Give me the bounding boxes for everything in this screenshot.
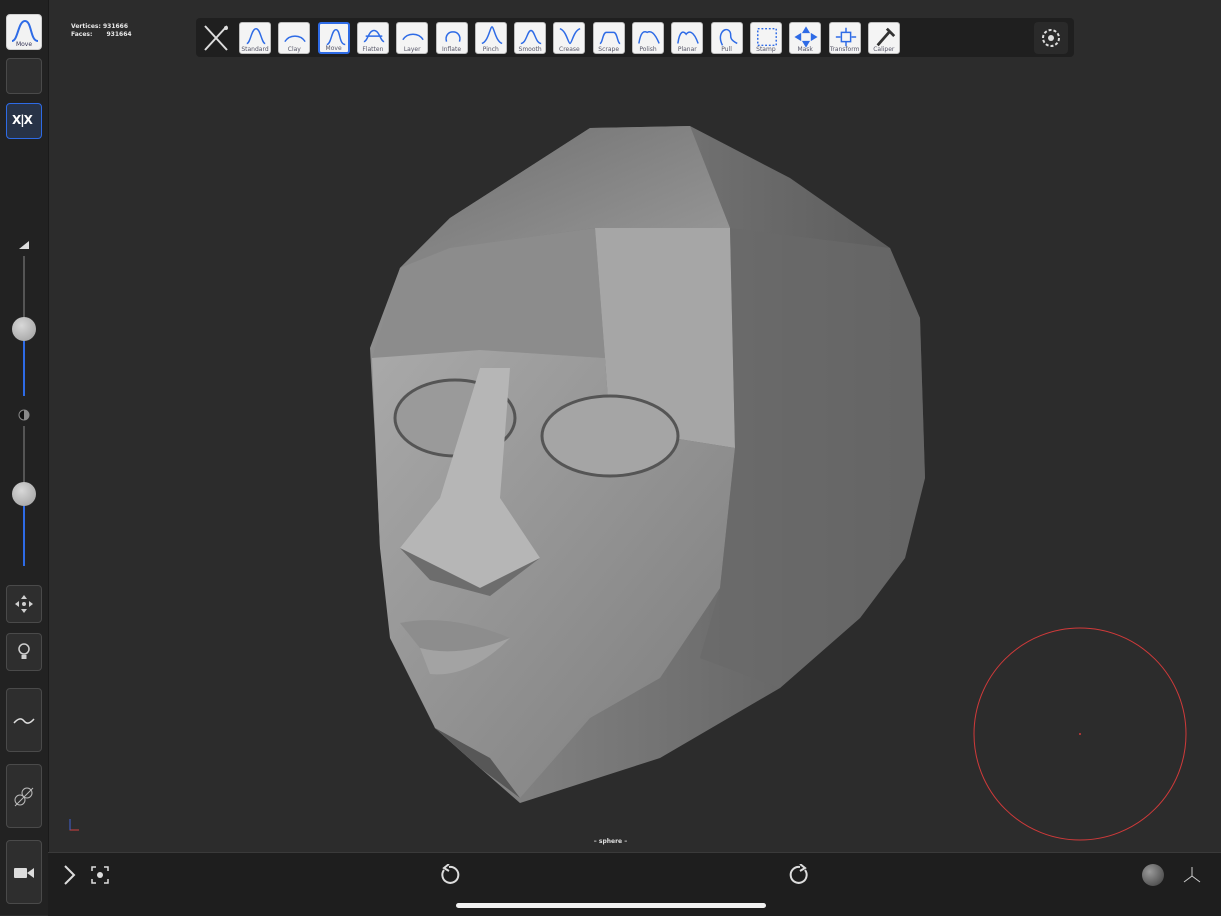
scene-axes-icon[interactable] [1182, 865, 1202, 885]
brush-cursor [973, 627, 1187, 841]
redo-icon[interactable] [789, 864, 811, 886]
tool-smooth-button[interactable]: Smooth [514, 22, 547, 54]
stroke-button[interactable] [6, 688, 42, 752]
tool-label: Scrape [598, 46, 620, 53]
tool-crease-button[interactable]: Crease [553, 22, 586, 54]
tool-label: Pinch [482, 46, 499, 53]
symmetry-label: X|X [12, 113, 33, 127]
axis-gizmo-icon [69, 819, 79, 831]
tool-label: Mask [797, 46, 813, 53]
tool-slot-button[interactable] [6, 58, 42, 94]
tool-polish-button[interactable]: Polish [632, 22, 664, 54]
tool-toolbar: Standard Clay Move Flatten Layer Inflate Pinch… [196, 18, 1074, 57]
tool-label: Polish [639, 46, 657, 53]
stroke-curve-icon [13, 718, 35, 724]
tool-label: Caliper [873, 46, 895, 53]
settings-button[interactable] [1034, 22, 1068, 54]
camera-button[interactable] [6, 840, 42, 904]
vertices-label: Vertices: [71, 23, 101, 30]
tool-pinch-button[interactable]: Pinch [474, 22, 507, 54]
frame-view-icon[interactable] [91, 866, 109, 884]
home-indicator [456, 903, 766, 908]
mesh-stats: Vertices: 931666 Faces: 931664 [71, 23, 132, 39]
radius-size-icon [19, 241, 29, 249]
left-sidebar: Move X|X [0, 0, 49, 915]
tool-stamp-button[interactable]: Stamp [749, 22, 782, 54]
settings-gear-icon [1042, 29, 1060, 47]
tool-label: Inflate [441, 46, 462, 53]
tool-label: Stamp [756, 46, 776, 53]
mesh-name-label: – sphere – [593, 838, 628, 845]
tool-standard-button[interactable]: Standard [239, 22, 271, 54]
arrows-move-icon [15, 595, 33, 613]
tool-scrape-button[interactable]: Scrape [592, 22, 625, 54]
tool-label: Crease [559, 46, 580, 53]
tool-move-button[interactable]: Move [317, 22, 350, 54]
tool-label: Smooth [518, 46, 542, 53]
tool-clay-button[interactable]: Clay [278, 22, 311, 54]
mask-subtract-add-icon [14, 787, 34, 807]
tool-transform-button[interactable]: Transform [828, 22, 861, 54]
faces-value: 931664 [106, 31, 132, 38]
intensity-slider-knob[interactable] [12, 482, 36, 506]
expand-menu-chevron-icon[interactable] [62, 863, 78, 887]
tool-flatten-button[interactable]: Flatten [356, 22, 389, 54]
radius-slider-knob[interactable] [12, 317, 36, 341]
tool-layer-button[interactable]: Layer [396, 22, 429, 54]
undo-icon[interactable] [438, 864, 460, 886]
vertices-value: 931666 [102, 23, 129, 30]
tool-pull-button[interactable]: Pull [710, 22, 743, 54]
tool-inflate-button[interactable]: Inflate [435, 22, 468, 54]
active-tool-button[interactable]: Move [6, 14, 42, 50]
tool-caliper-button[interactable]: Caliper [867, 22, 900, 54]
tool-mask-button[interactable]: Mask [789, 22, 822, 54]
material-sphere-button[interactable] [1142, 864, 1164, 886]
tool-label: Layer [403, 46, 421, 53]
intensity-icon [18, 409, 30, 421]
tool-label: Move [325, 45, 342, 52]
symmetry-button[interactable]: X|X [6, 103, 42, 139]
active-tool-label: Move [15, 41, 33, 48]
tool-label: Clay [287, 46, 301, 53]
tool-label: Standard [241, 46, 269, 53]
close-tools-icon[interactable] [201, 22, 231, 54]
tool-label: Planar [677, 46, 697, 53]
tool-label: Pull [721, 46, 732, 53]
faces-label: Faces: [71, 31, 93, 38]
tool-planar-button[interactable]: Planar [671, 22, 704, 54]
lighting-button[interactable] [6, 633, 42, 671]
tool-label: Flatten [362, 46, 384, 53]
sculpt-head-model[interactable] [360, 118, 930, 808]
tool-label: Transform [829, 46, 860, 53]
mask-toggle-button[interactable] [6, 764, 42, 828]
video-camera-icon [14, 868, 34, 878]
move-camera-button[interactable] [6, 585, 42, 623]
lightbulb-icon [18, 643, 30, 659]
